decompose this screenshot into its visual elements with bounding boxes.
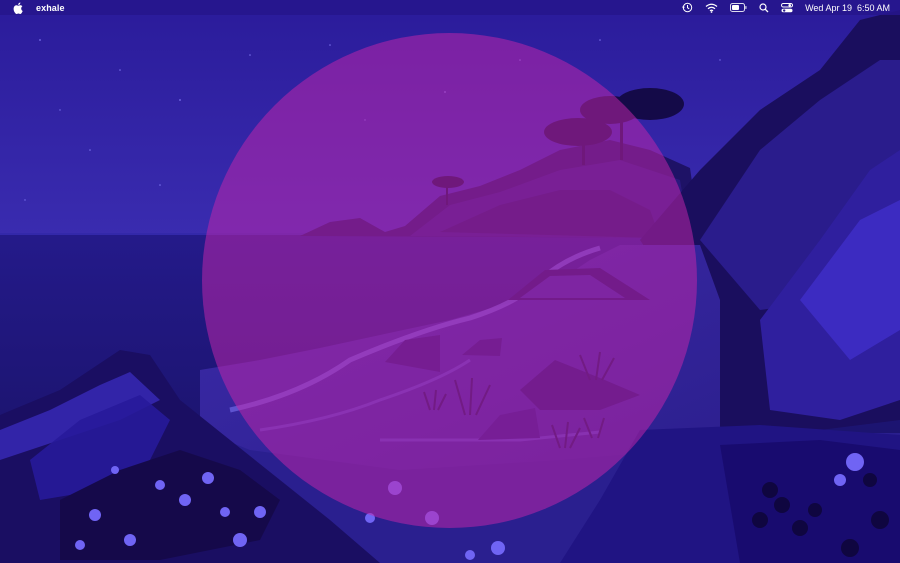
wifi-icon[interactable] [705, 0, 718, 15]
apple-icon[interactable] [12, 2, 23, 14]
clock-time: 6:50 AM [856, 2, 890, 13]
time-machine-icon[interactable] [682, 0, 693, 15]
spotlight-icon[interactable] [759, 0, 769, 15]
desktop: exhale Wed Apr 19 6:50 AM [0, 0, 900, 563]
menu-bar: exhale Wed Apr 19 6:50 AM [0, 0, 900, 15]
wallpaper-illustration [0, 0, 900, 563]
app-menu-name[interactable]: exhale [36, 3, 65, 13]
menu-bar-clock[interactable]: Wed Apr 19 6:50 AM [805, 3, 890, 13]
control-center-icon[interactable] [781, 0, 794, 15]
clock-date: Wed Apr 19 [805, 2, 852, 13]
battery-icon[interactable] [730, 0, 747, 15]
